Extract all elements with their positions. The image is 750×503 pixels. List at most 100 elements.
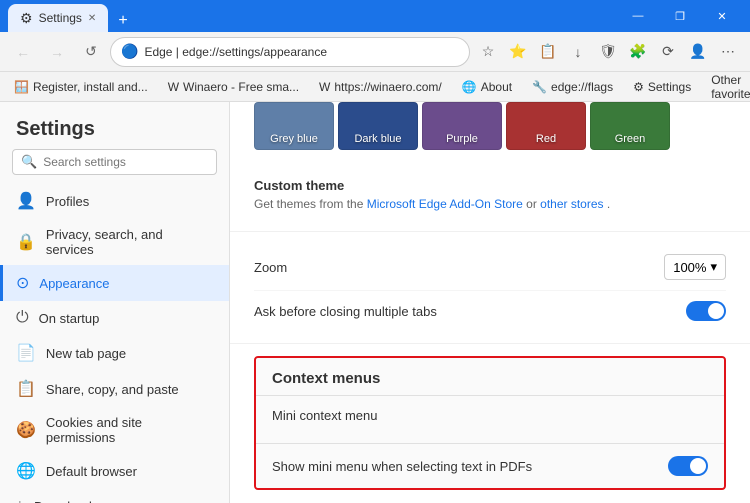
sidebar-item-browser[interactable]: 🌐 Default browser xyxy=(0,453,229,489)
swatch-label: Grey blue xyxy=(270,133,318,145)
new-tab-button[interactable]: + xyxy=(112,10,133,32)
sidebar-item-appearance[interactable]: ⊙ Appearance xyxy=(0,265,229,301)
back-button[interactable]: ← xyxy=(8,37,38,67)
context-menus-section: Context menus Mini context menu Show min… xyxy=(254,356,726,490)
sidebar-item-profiles[interactable]: 👤 Profiles xyxy=(0,183,229,219)
close-button[interactable]: ✕ xyxy=(702,2,742,30)
star-button[interactable]: ☆ xyxy=(474,38,502,66)
show-mini-menu-toggle[interactable] xyxy=(668,456,708,476)
bookmark-label: Register, install and... xyxy=(33,80,148,94)
swatch-darkblue[interactable]: Dark blue xyxy=(338,102,418,150)
sidebar: Settings 🔍 👤 Profiles 🔒 Privacy, search,… xyxy=(0,102,230,503)
other-favorites-button[interactable]: Other favorites xyxy=(705,72,750,102)
bookmark-label: Settings xyxy=(648,80,691,94)
download-button[interactable]: ↓ xyxy=(564,38,592,66)
sidebar-item-label: Cookies and site permissions xyxy=(46,415,213,445)
tab-close-button[interactable]: ✕ xyxy=(88,13,96,24)
main-layout: Settings 🔍 👤 Profiles 🔒 Privacy, search,… xyxy=(0,102,750,503)
other-stores-link[interactable]: other stores xyxy=(540,197,603,211)
swatch-purple[interactable]: Purple xyxy=(422,102,502,150)
bookmark-about-icon: 🌐 xyxy=(462,80,477,94)
browser-toolbar: ← → ↺ 🔵 Edge | edge://settings/appearanc… xyxy=(0,32,750,72)
zoom-select[interactable]: 100% ▾ xyxy=(664,254,726,280)
swatch-label: Purple xyxy=(446,133,478,145)
bookmark-item[interactable]: 🪟 Register, install and... xyxy=(8,78,154,96)
mini-context-menu-label: Mini context menu xyxy=(272,408,378,423)
active-tab[interactable]: ⚙ Settings ✕ xyxy=(8,4,108,32)
profile-button[interactable]: 👤 xyxy=(684,38,712,66)
bookmark-windows-icon: 🪟 xyxy=(14,80,29,94)
sidebar-item-label: Privacy, search, and services xyxy=(46,227,213,257)
custom-theme-suffix: . xyxy=(607,197,610,211)
sync-button[interactable]: ⟳ xyxy=(654,38,682,66)
ask-before-closing-row: Ask before closing multiple tabs xyxy=(254,291,726,331)
show-mini-menu-label: Show mini menu when selecting text in PD… xyxy=(272,459,532,474)
browser-icon: 🌐 xyxy=(16,461,36,481)
bookmark-item[interactable]: W https://winaero.com/ xyxy=(313,78,448,96)
zoom-row: Zoom 100% ▾ xyxy=(254,244,726,291)
cookies-icon: 🍪 xyxy=(16,420,36,440)
sidebar-item-downloads[interactable]: ↓ Downloads xyxy=(0,489,229,503)
zoom-chevron-icon: ▾ xyxy=(710,259,717,275)
favorites-button[interactable]: ⭐ xyxy=(504,38,532,66)
address-text: Edge | edge://settings/appearance xyxy=(144,45,459,59)
sidebar-item-label: New tab page xyxy=(46,346,126,361)
tab-title: Settings xyxy=(39,11,82,25)
privacy-icon: 🔒 xyxy=(16,232,36,252)
sidebar-item-privacy[interactable]: 🔒 Privacy, search, and services xyxy=(0,219,229,265)
search-icon: 🔍 xyxy=(21,154,37,170)
swatch-label: Red xyxy=(536,133,556,145)
context-menus-title: Context menus xyxy=(256,358,724,387)
sidebar-item-newtab[interactable]: 📄 New tab page xyxy=(0,335,229,371)
downloads-icon: ↓ xyxy=(16,497,24,503)
swatch-greyblue[interactable]: Grey blue xyxy=(254,102,334,150)
toolbar-actions: ☆ ⭐ 📋 ↓ 🛡 🧩 ⟳ 👤 ⋯ xyxy=(474,38,742,66)
swatch-red[interactable]: Red xyxy=(506,102,586,150)
toggle-thumb xyxy=(708,303,724,319)
zoom-value: 100% xyxy=(673,260,706,275)
bookmark-item[interactable]: ⚙ Settings xyxy=(627,78,697,96)
restore-button[interactable]: ❐ xyxy=(660,2,700,30)
swatch-green[interactable]: Green xyxy=(590,102,670,150)
sidebar-item-cookies[interactable]: 🍪 Cookies and site permissions xyxy=(0,407,229,453)
sidebar-item-startup[interactable]: ⏻ On startup xyxy=(0,301,229,335)
sidebar-item-label: Appearance xyxy=(39,276,109,291)
custom-theme-section: Custom theme Get themes from the Microso… xyxy=(230,166,750,232)
sidebar-title: Settings xyxy=(0,102,229,149)
address-bar[interactable]: 🔵 Edge | edge://settings/appearance xyxy=(110,37,470,67)
sidebar-item-share[interactable]: 📋 Share, copy, and paste xyxy=(0,371,229,407)
search-input[interactable] xyxy=(43,155,208,169)
sidebar-item-label: Downloads xyxy=(34,499,98,503)
sidebar-item-label: On startup xyxy=(39,311,100,326)
refresh-button[interactable]: ↺ xyxy=(76,37,106,67)
bookmark-w-icon: W xyxy=(168,80,179,94)
custom-theme-mid: or xyxy=(526,197,540,211)
toggle-thumb xyxy=(690,458,706,474)
share-icon: 📋 xyxy=(16,379,36,399)
shield-button[interactable]: 🛡 xyxy=(594,38,622,66)
bookmark-label: About xyxy=(481,80,512,94)
bookmark-item[interactable]: 🔧 edge://flags xyxy=(526,78,619,96)
bookmark-flags-icon: 🔧 xyxy=(532,80,547,94)
ask-before-closing-toggle[interactable] xyxy=(686,301,726,321)
profiles-icon: 👤 xyxy=(16,191,36,211)
custom-theme-subtitle: Get themes from the Microsoft Edge Add-O… xyxy=(254,197,726,211)
show-mini-menu-row: Show mini menu when selecting text in PD… xyxy=(256,443,724,488)
settings-more-button[interactable]: ⋯ xyxy=(714,38,742,66)
bookmark-item[interactable]: 🌐 About xyxy=(456,78,518,96)
tab-settings-icon: ⚙ xyxy=(20,10,33,27)
forward-button[interactable]: → xyxy=(42,37,72,67)
appearance-icon: ⊙ xyxy=(16,273,29,293)
settings-content: Grey blue Dark blue Purple Red Green Cus… xyxy=(230,102,750,503)
collections-button[interactable]: 📋 xyxy=(534,38,562,66)
addon-store-link[interactable]: Microsoft Edge Add-On Store xyxy=(367,197,523,211)
startup-icon: ⏻ xyxy=(16,309,29,327)
address-edge-icon: 🔵 xyxy=(121,43,138,60)
bookmark-item[interactable]: W Winaero - Free sma... xyxy=(162,78,305,96)
sidebar-item-label: Profiles xyxy=(46,194,89,209)
bookmark-label: edge://flags xyxy=(551,80,613,94)
minimize-button[interactable]: — xyxy=(618,2,658,30)
extensions-button[interactable]: 🧩 xyxy=(624,38,652,66)
zoom-label: Zoom xyxy=(254,260,287,275)
search-box[interactable]: 🔍 xyxy=(12,149,217,175)
